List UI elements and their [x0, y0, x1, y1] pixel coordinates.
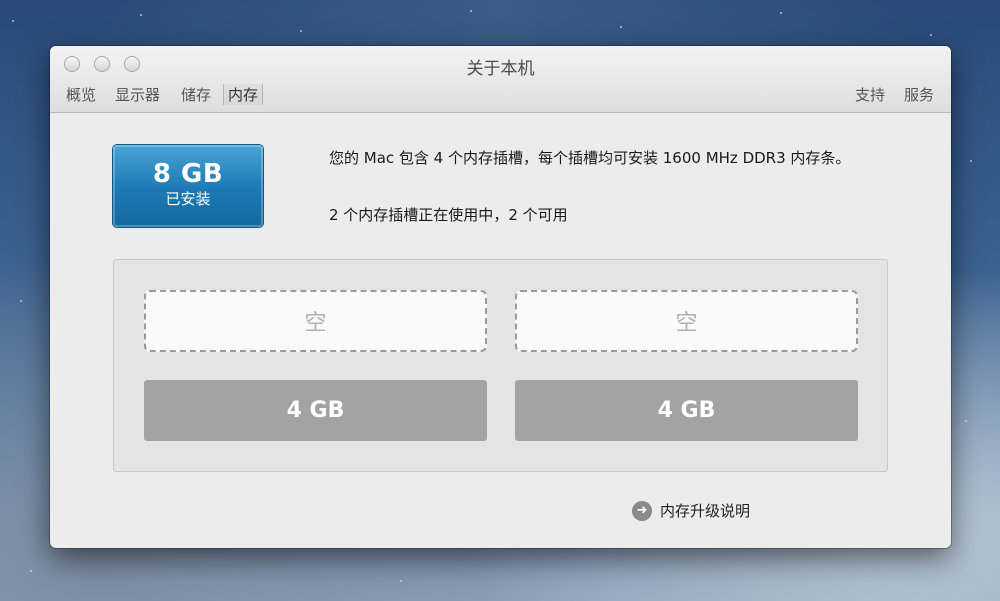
- arrow-right-icon: ➜: [632, 500, 652, 521]
- tab-displays[interactable]: 显示器: [113, 84, 162, 105]
- memory-description: 您的 Mac 包含 4 个内存插槽，每个插槽均可安装 1600 MHz DDR3…: [329, 149, 851, 167]
- memory-slot-1: 空: [144, 290, 487, 352]
- about-this-mac-window: 关于本机 概览 显示器 储存 内存 支持 服务 8 GB 已安装 您的 Mac …: [50, 46, 951, 548]
- tab-service[interactable]: 服务: [902, 84, 936, 105]
- memory-slots-panel: 空 空 4 GB 4 GB: [113, 259, 888, 472]
- tab-overview[interactable]: 概览: [64, 84, 98, 105]
- memory-slots-status: 2 个内存插槽正在使用中，2 个可用: [329, 206, 568, 224]
- tab-memory[interactable]: 内存: [223, 84, 264, 105]
- memory-upgrade-label: 内存升级说明: [660, 502, 751, 520]
- tab-storage[interactable]: 储存: [179, 84, 213, 105]
- memory-upgrade-link[interactable]: ➜ 内存升级说明: [632, 500, 750, 521]
- installed-memory-amount: 8 GB: [152, 159, 224, 189]
- installed-memory-badge: 8 GB 已安装: [113, 145, 263, 227]
- memory-slot-2: 空: [515, 290, 858, 352]
- installed-memory-label: 已安装: [165, 190, 211, 208]
- tab-support[interactable]: 支持: [853, 84, 887, 105]
- window-title: 关于本机: [466, 59, 535, 79]
- title-bar: 关于本机 概览 显示器 储存 内存 支持 服务: [50, 46, 951, 113]
- memory-slot-3: 4 GB: [144, 380, 487, 441]
- memory-slot-4: 4 GB: [515, 380, 858, 441]
